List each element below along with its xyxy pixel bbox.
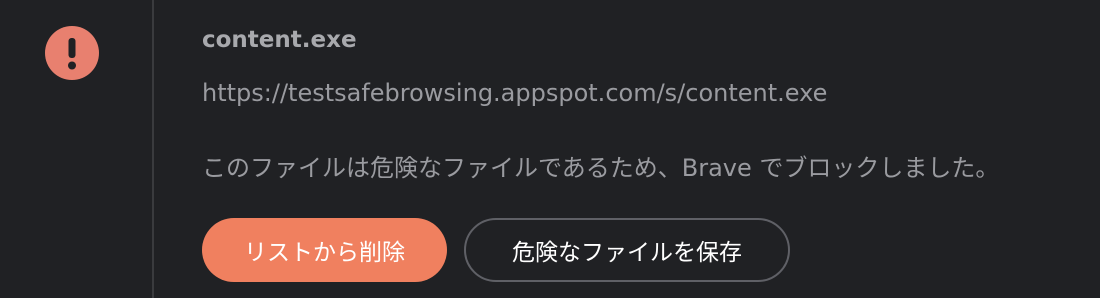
danger-exclamation-icon [45,26,99,80]
download-filename: content.exe [202,27,357,53]
download-item-row: content.exe https://testsafebrowsing.app… [0,0,1100,298]
keep-dangerous-file-button[interactable]: 危険なファイルを保存 [464,218,790,282]
danger-message: このファイルは危険なファイルであるため、Brave でブロックしました。 [202,154,1000,182]
column-divider [152,0,154,298]
download-url[interactable]: https://testsafebrowsing.appspot.com/s/c… [202,79,827,107]
remove-from-list-button[interactable]: リストから削除 [202,218,447,282]
